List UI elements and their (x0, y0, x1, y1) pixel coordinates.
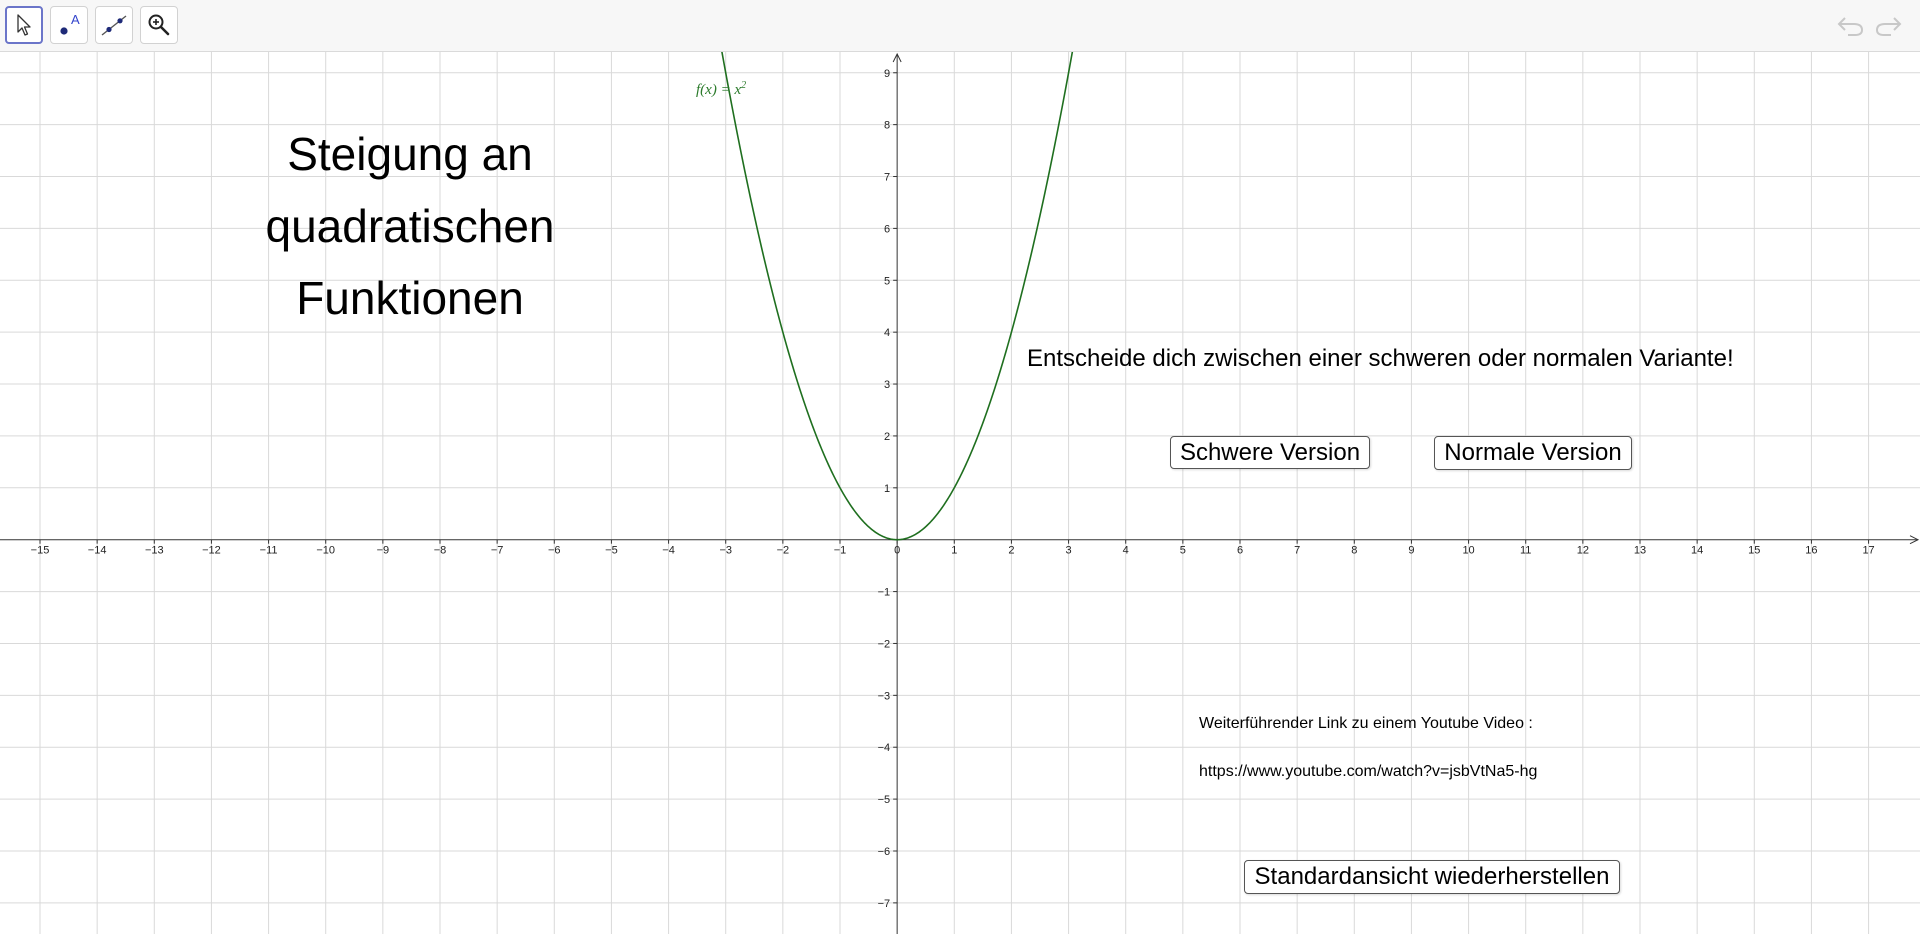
line-tool-button[interactable] (95, 6, 133, 44)
x-tick-label: 7 (1294, 545, 1300, 557)
x-tick-label: 0 (894, 545, 900, 557)
y-tick-label: 2 (884, 431, 890, 443)
x-tick-label: 1 (951, 545, 957, 557)
x-tick-label: −12 (202, 545, 221, 557)
x-tick-label: 17 (1862, 545, 1874, 557)
x-tick-label: 15 (1748, 545, 1760, 557)
x-tick-label: 3 (1066, 545, 1072, 557)
y-tick-label: −6 (878, 846, 891, 858)
point-tool-button[interactable]: A (50, 6, 88, 44)
title-line-3: Funktionen (296, 272, 524, 324)
y-tick-label: 6 (884, 223, 890, 235)
y-tick-label: 1 (884, 483, 890, 495)
point-tool-icon: A (60, 12, 80, 35)
point-tool-letter: A (71, 12, 80, 27)
y-tick-label: 7 (884, 172, 890, 184)
y-tick-label: 9 (884, 68, 890, 80)
zoom-in-icon (148, 14, 170, 36)
normal-version-button[interactable]: Normale Version (1434, 436, 1632, 470)
x-tick-label: 16 (1805, 545, 1817, 557)
x-tick-label: −13 (145, 545, 164, 557)
y-tick-label: −1 (878, 587, 891, 599)
x-tick-label: 12 (1577, 545, 1589, 557)
youtube-link[interactable]: https://www.youtube.com/watch?v=jsbVtNa5… (1199, 763, 1537, 781)
y-tick-label: −4 (878, 742, 891, 754)
x-tick-label: −6 (548, 545, 561, 557)
y-tick-label: 5 (884, 275, 890, 287)
x-tick-label: 9 (1408, 545, 1414, 557)
toolbar: A (0, 0, 1920, 52)
y-tick-label: 3 (884, 379, 890, 391)
x-tick-label: −15 (31, 545, 50, 557)
restore-default-view-button[interactable]: Standardansicht wiederherstellen (1244, 860, 1620, 894)
undo-arrow-icon (1837, 17, 1864, 36)
x-tick-label: −2 (777, 545, 790, 557)
x-tick-label: 10 (1462, 545, 1474, 557)
y-tick-label: 8 (884, 120, 890, 132)
x-tick-label: −14 (88, 545, 107, 557)
y-tick-label: −3 (878, 690, 891, 702)
redo-button[interactable] (1873, 14, 1903, 43)
instruction-text: Entscheide dich zwischen einer schweren … (1027, 345, 1734, 372)
link-label: Weiterführender Link zu einem Youtube Vi… (1199, 715, 1533, 732)
pointer-arrow-icon (17, 14, 31, 36)
y-tick-label: −7 (878, 898, 891, 910)
page-title: Steigung an quadratischen Funktionen (230, 118, 590, 334)
undo-button[interactable] (1836, 14, 1866, 43)
x-tick-label: 14 (1691, 545, 1703, 557)
x-tick-label: −9 (377, 545, 390, 557)
x-tick-label: 2 (1008, 545, 1014, 557)
x-tick-label: −1 (834, 545, 847, 557)
function-label-exponent: 2 (741, 80, 747, 91)
y-tick-label: −2 (878, 638, 891, 650)
line-tool-icon (101, 15, 127, 36)
x-tick-label: 5 (1180, 545, 1186, 557)
x-tick-label: 13 (1634, 545, 1646, 557)
x-tick-label: 4 (1123, 545, 1129, 557)
x-tick-label: −8 (434, 545, 447, 557)
x-tick-label: −7 (491, 545, 504, 557)
x-tick-label: −4 (662, 545, 675, 557)
redo-arrow-icon (1875, 17, 1902, 36)
x-tick-label: −3 (719, 545, 732, 557)
y-tick-label: −5 (878, 794, 891, 806)
x-tick-label: 8 (1351, 545, 1357, 557)
move-tool-button[interactable] (5, 6, 43, 44)
title-line-1: Steigung an (287, 128, 533, 180)
zoom-tool-button[interactable] (140, 6, 178, 44)
title-line-2: quadratischen (265, 200, 555, 252)
x-tick-label: −5 (605, 545, 618, 557)
x-tick-label: −10 (316, 545, 335, 557)
x-tick-label: −11 (260, 545, 278, 557)
function-label[interactable]: f(x) = x2 (696, 80, 746, 99)
hard-version-button[interactable]: Schwere Version (1170, 436, 1370, 469)
function-label-name: f(x) = x (696, 82, 742, 98)
x-tick-label: 6 (1237, 545, 1243, 557)
y-tick-label: 4 (884, 327, 890, 339)
x-tick-label: 11 (1520, 545, 1531, 557)
